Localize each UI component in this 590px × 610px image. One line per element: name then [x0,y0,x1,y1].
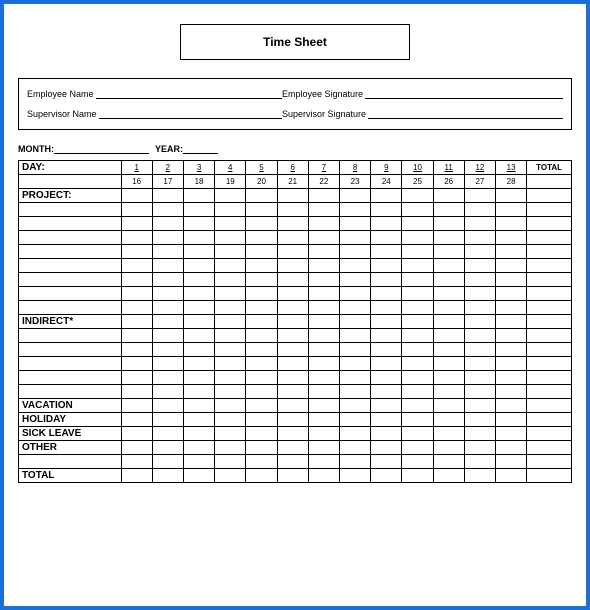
project-row [19,203,572,217]
day-12: 12 [464,161,495,175]
day-1: 1 [121,161,152,175]
day-28: 28 [496,175,527,189]
project-row [19,245,572,259]
total-header: TOTAL [527,161,572,175]
project-row [19,259,572,273]
supervisor-name-label: Supervisor Name [27,109,97,119]
page-title: Time Sheet [263,35,327,49]
total-row: TOTAL [19,469,572,483]
indirect-row [19,371,572,385]
month-label: MONTH: [18,144,54,154]
vacation-row: VACATION [19,399,572,413]
employee-signature-label: Employee Signature [282,89,363,99]
employee-signature-field: Employee Signature [282,89,563,99]
supervisor-signature-field: Supervisor Signature [282,109,563,119]
day-22: 22 [308,175,339,189]
day-6: 6 [277,161,308,175]
year-label: YEAR: [155,144,183,154]
project-row [19,231,572,245]
indirect-row [19,343,572,357]
day-17: 17 [152,175,183,189]
timesheet-grid: DAY: 1 2 3 4 5 6 7 8 9 10 11 12 13 TOTAL… [18,160,572,483]
project-row [19,287,572,301]
title-box: Time Sheet [180,24,410,60]
project-row [19,217,572,231]
total-label: TOTAL [19,469,122,483]
day-2: 2 [152,161,183,175]
indirect-row [19,329,572,343]
month-line[interactable] [54,144,149,154]
day-10: 10 [402,161,433,175]
day-18: 18 [183,175,214,189]
indirect-row [19,357,572,371]
holiday-label: HOLIDAY [19,413,122,427]
day-27: 27 [464,175,495,189]
employee-name-field: Employee Name [27,89,282,99]
employee-name-label: Employee Name [27,89,94,99]
vacation-label: VACATION [19,399,122,413]
day-5: 5 [246,161,277,175]
supervisor-name-field: Supervisor Name [27,109,282,119]
supervisor-signature-line[interactable] [368,109,563,119]
indirect-header-row: INDIRECT* [19,315,572,329]
sick-leave-label: SICK LEAVE [19,427,122,441]
day-8: 8 [339,161,370,175]
employee-signature-line[interactable] [365,89,563,99]
day-20: 20 [246,175,277,189]
day-11: 11 [433,161,464,175]
signature-box: Employee Name Employee Signature Supervi… [18,78,572,130]
day-19: 19 [215,175,246,189]
day-9: 9 [371,161,402,175]
day-13: 13 [496,161,527,175]
supervisor-signature-label: Supervisor Signature [282,109,366,119]
day-label: DAY: [19,161,122,175]
day-21: 21 [277,175,308,189]
indirect-label: INDIRECT* [19,315,122,329]
other-label: OTHER [19,441,122,455]
indirect-row [19,385,572,399]
day-header-row-2: 16 17 18 19 20 21 22 23 24 25 26 27 28 [19,175,572,189]
holiday-row: HOLIDAY [19,413,572,427]
day-16: 16 [121,175,152,189]
day-25: 25 [402,175,433,189]
day-23: 23 [339,175,370,189]
employee-name-line[interactable] [96,89,282,99]
day-7: 7 [308,161,339,175]
project-header-row: PROJECT: [19,189,572,203]
project-row [19,301,572,315]
timesheet-page: Time Sheet Employee Name Employee Signat… [0,0,590,610]
day-4: 4 [215,161,246,175]
other-row: OTHER [19,441,572,455]
day-26: 26 [433,175,464,189]
period-row: MONTH: YEAR: [18,144,572,154]
project-row [19,273,572,287]
day-24: 24 [371,175,402,189]
supervisor-name-line[interactable] [99,109,282,119]
day-3: 3 [183,161,214,175]
year-line[interactable] [183,144,218,154]
blank-row [19,455,572,469]
sick-leave-row: SICK LEAVE [19,427,572,441]
project-label: PROJECT: [19,189,122,203]
day-header-row-1: DAY: 1 2 3 4 5 6 7 8 9 10 11 12 13 TOTAL [19,161,572,175]
